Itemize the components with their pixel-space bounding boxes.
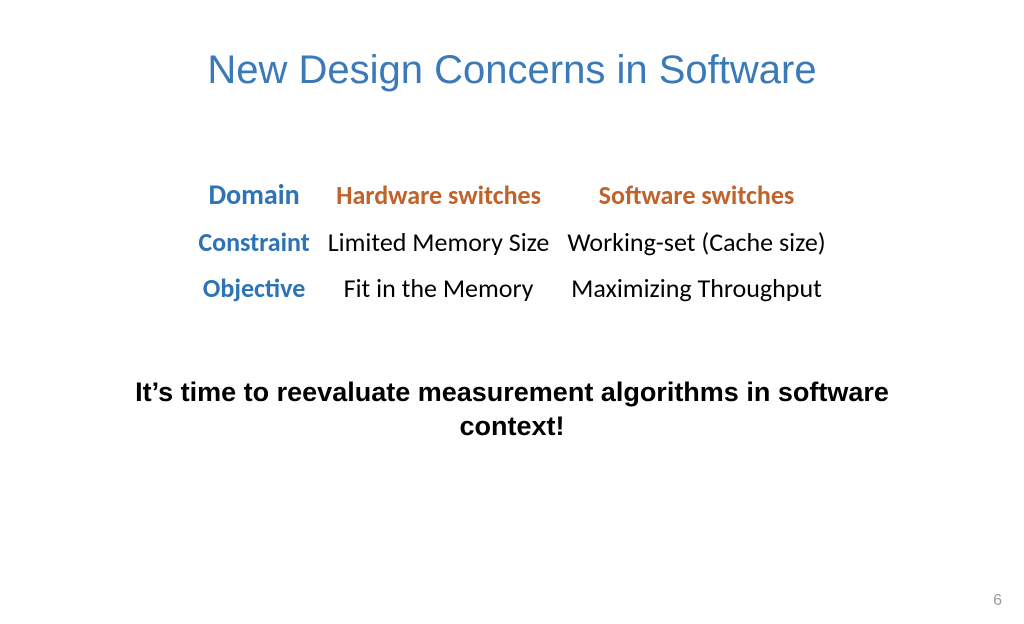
- cell-hw-objective: Fit in the Memory: [328, 272, 550, 304]
- page-number: 6: [993, 592, 1002, 610]
- col-header-software: Software switches: [567, 177, 825, 212]
- slide-title: New Design Concerns in Software: [0, 48, 1024, 93]
- table-row: Domain Hardware switches Software switch…: [198, 177, 825, 212]
- row-label-objective: Objective: [198, 272, 309, 304]
- cell-hw-constraint: Limited Memory Size: [328, 226, 550, 258]
- cell-sw-objective: Maximizing Throughput: [567, 272, 825, 304]
- table-row: Constraint Limited Memory Size Working-s…: [198, 226, 825, 258]
- comparison-table: Domain Hardware switches Software switch…: [180, 163, 843, 318]
- comparison-table-wrap: Domain Hardware switches Software switch…: [0, 163, 1024, 318]
- row-label-domain: Domain: [198, 177, 309, 212]
- table-row: Objective Fit in the Memory Maximizing T…: [198, 272, 825, 304]
- cell-sw-constraint: Working-set (Cache size): [567, 226, 825, 258]
- col-header-hardware: Hardware switches: [328, 177, 550, 212]
- row-label-constraint: Constraint: [198, 226, 309, 258]
- callout-text: It’s time to reevaluate measurement algo…: [0, 376, 1024, 444]
